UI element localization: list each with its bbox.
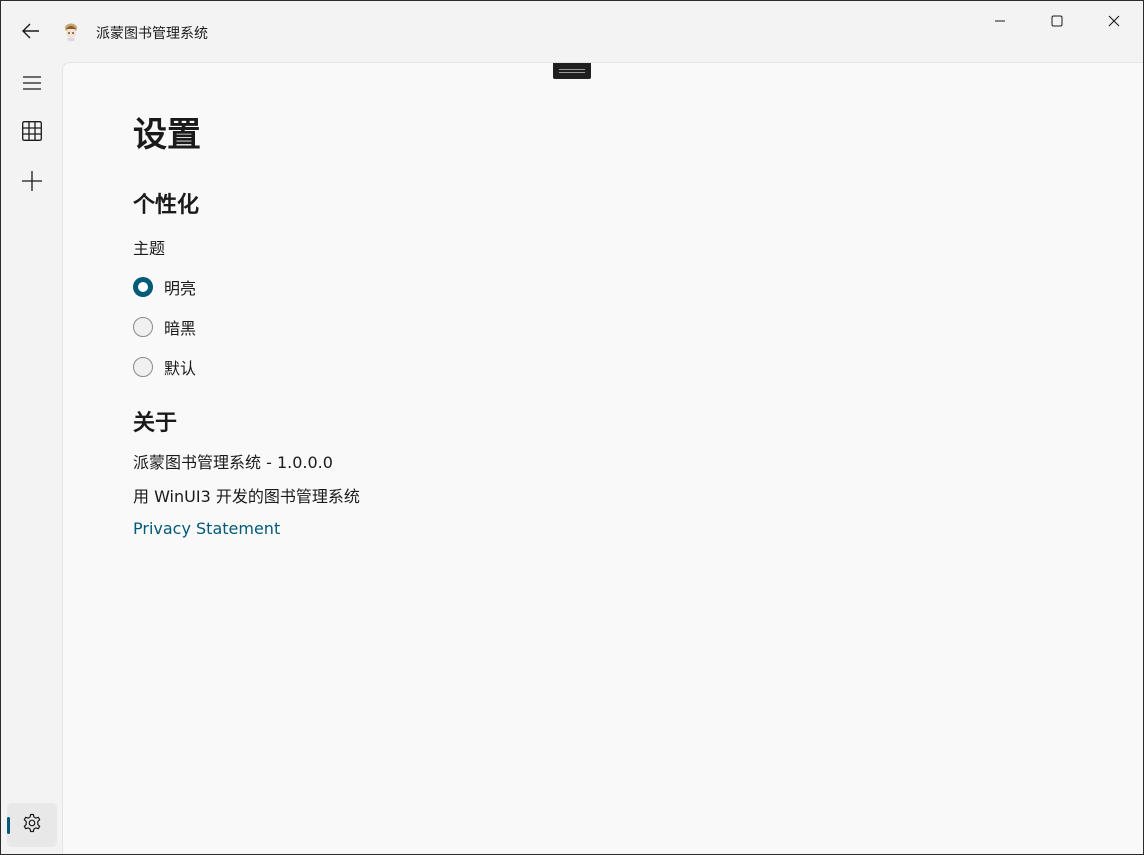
maximize-icon — [1051, 12, 1063, 31]
back-arrow-icon — [22, 23, 40, 43]
nav-item-books[interactable] — [7, 113, 57, 153]
drag-handle[interactable] — [553, 63, 591, 79]
close-button[interactable] — [1086, 1, 1142, 41]
nav-item-settings[interactable] — [7, 803, 57, 847]
close-icon — [1108, 12, 1120, 31]
app-description-text: 用 WinUI3 开发的图书管理系统 — [133, 487, 360, 506]
theme-label: 主题 — [133, 239, 166, 258]
theme-radio-light[interactable]: 明亮 — [133, 273, 196, 301]
hamburger-menu-icon — [23, 75, 41, 94]
minimize-icon — [994, 12, 1006, 31]
app-window: 派蒙图书管理系统 设置 个性化 主题 明亮 暗黑 默认 关于 派蒙图书管理系统 … — [0, 0, 1144, 855]
page-title: 设置 — [133, 115, 201, 155]
app-version-text: 派蒙图书管理系统 - 1.0.0.0 — [133, 453, 333, 472]
radio-label: 默认 — [164, 359, 197, 378]
add-icon — [22, 171, 42, 195]
nav-item-add[interactable] — [7, 163, 57, 203]
maximize-button[interactable] — [1029, 1, 1085, 41]
navigation-rail — [1, 62, 62, 854]
grid-icon — [22, 121, 42, 145]
settings-content-pane: 设置 个性化 主题 明亮 暗黑 默认 关于 派蒙图书管理系统 - 1.0.0.0… — [62, 62, 1143, 854]
radio-indicator[interactable] — [133, 277, 153, 297]
radio-indicator[interactable] — [133, 357, 153, 377]
radio-label: 明亮 — [164, 279, 197, 298]
minimize-button[interactable] — [972, 1, 1028, 41]
gear-icon — [22, 813, 42, 837]
about-heading: 关于 — [133, 411, 178, 436]
theme-radio-default[interactable]: 默认 — [133, 353, 196, 381]
radio-label: 暗黑 — [164, 319, 197, 338]
selection-indicator — [7, 817, 10, 834]
personalization-heading: 个性化 — [133, 193, 200, 218]
title-bar[interactable]: 派蒙图书管理系统 — [1, 1, 1143, 62]
privacy-statement-link[interactable]: Privacy Statement — [133, 519, 280, 538]
back-button[interactable] — [13, 17, 49, 49]
radio-indicator[interactable] — [133, 317, 153, 337]
app-logo-icon — [62, 22, 80, 42]
theme-radio-dark[interactable]: 暗黑 — [133, 313, 196, 341]
app-title: 派蒙图书管理系统 — [96, 26, 208, 42]
nav-menu-toggle[interactable] — [7, 64, 57, 104]
